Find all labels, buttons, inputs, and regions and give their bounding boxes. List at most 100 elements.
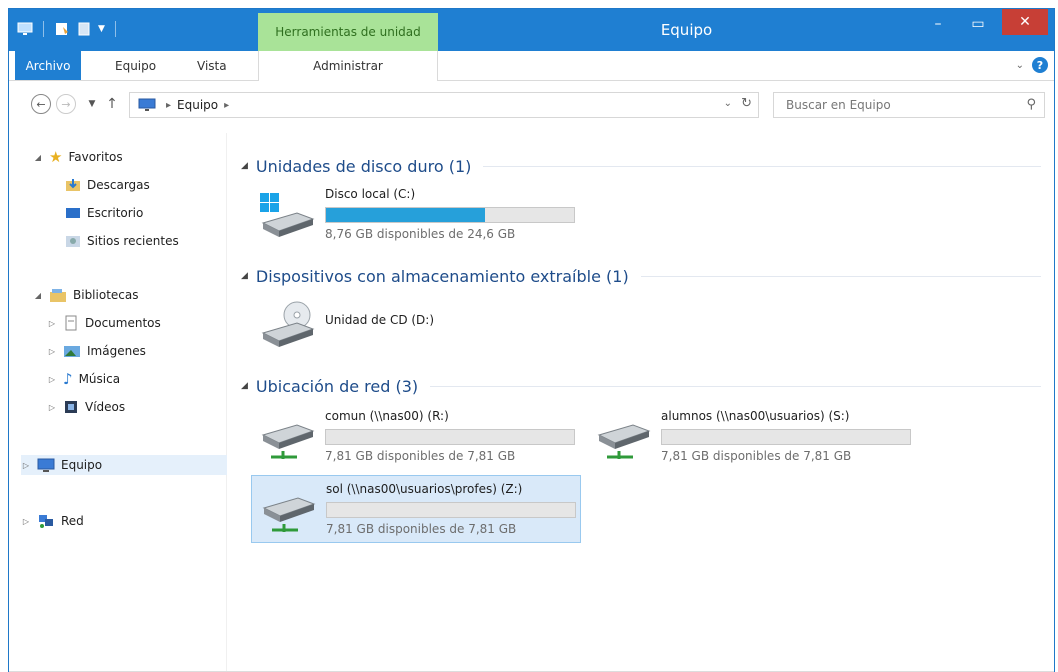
collapsed-arrow-icon[interactable]: ▷	[47, 403, 57, 412]
network-drive-icon	[597, 424, 651, 459]
address-dropdown-chevron-icon[interactable]: ⌄	[724, 98, 732, 109]
nav-item-label: Vídeos	[85, 400, 126, 414]
nav-item-label: Escritorio	[87, 206, 144, 220]
drive-usage-bar	[661, 429, 911, 445]
collapse-group-icon[interactable]: ◢	[241, 271, 248, 281]
expanded-arrow-icon[interactable]: ◢	[33, 291, 43, 300]
nav-item-label: Equipo	[61, 458, 103, 472]
nav-item-label: Música	[78, 372, 121, 386]
address-bar[interactable]: ▸ Equipo ▸ ⌄ ↻	[129, 92, 759, 118]
drive-name: alumnos (\\nas00\usuarios) (S:)	[661, 409, 850, 423]
search-input[interactable]: Buscar en Equipo	[786, 98, 891, 112]
refresh-icon[interactable]: ↻	[741, 96, 752, 111]
documents-icon	[65, 315, 77, 331]
nav-item-red[interactable]: ▷ Red	[21, 511, 84, 531]
nav-item-escritorio[interactable]: Escritorio	[65, 203, 143, 223]
collapsed-arrow-icon[interactable]: ▷	[21, 461, 31, 470]
nav-item-musica[interactable]: ▷ ♪ Música	[47, 369, 120, 389]
desktop-icon	[66, 208, 80, 218]
nav-item-imagenes[interactable]: ▷ Imágenes	[47, 341, 146, 361]
tab-administrar[interactable]: Administrar	[258, 51, 438, 81]
breadcrumb-equipo[interactable]: Equipo	[177, 98, 218, 112]
libraries-icon	[50, 289, 66, 302]
computer-icon	[138, 98, 156, 111]
drive-free-space: 7,81 GB disponibles de 7,81 GB	[325, 449, 516, 463]
group-divider	[483, 165, 1041, 167]
network-drive-icon	[261, 424, 315, 459]
search-icon[interactable]: ⚲	[1026, 97, 1036, 112]
drive-usage-fill	[326, 208, 485, 222]
group-divider	[430, 385, 1041, 387]
cd-drive-icon	[261, 301, 315, 347]
title-bar[interactable]: ▼ Herramientas de unidad Equipo – ▭ ✕	[9, 9, 1054, 51]
group-divider	[640, 275, 1041, 277]
expanded-arrow-icon[interactable]: ◢	[33, 153, 43, 162]
nav-item-favoritos[interactable]: ◢ ★ Favoritos	[33, 147, 123, 167]
nav-item-descargas[interactable]: Descargas	[65, 175, 150, 195]
nav-item-label: Red	[61, 514, 84, 528]
drive-usage-bar	[325, 207, 575, 223]
back-arrow-icon: ←	[36, 97, 46, 111]
tab-equipo[interactable]: Equipo	[115, 51, 156, 80]
maximize-button[interactable]: ▭	[962, 9, 994, 39]
group-header-network[interactable]: ◢ Ubicación de red (3)	[241, 375, 1041, 397]
collapsed-arrow-icon[interactable]: ▷	[47, 347, 57, 356]
breadcrumb-separator-icon[interactable]: ▸	[224, 100, 229, 111]
nav-item-videos[interactable]: ▷ Vídeos	[47, 397, 125, 417]
nav-item-label: Descargas	[87, 178, 150, 192]
up-button[interactable]: ↑	[101, 93, 123, 115]
forward-button[interactable]: →	[56, 94, 76, 114]
drive-name: sol (\\nas00\usuarios\profes) (Z:)	[326, 482, 523, 496]
up-arrow-icon: ↑	[106, 96, 118, 112]
close-button[interactable]: ✕	[1002, 9, 1048, 35]
expand-ribbon-chevron-icon[interactable]: ⌄	[1016, 60, 1024, 71]
recent-places-icon	[66, 236, 80, 247]
search-box[interactable]: Buscar en Equipo ⚲	[773, 92, 1045, 118]
chevron-down-icon: ▼	[88, 99, 96, 109]
network-drive-s[interactable]: alumnos (\\nas00\usuarios) (S:) 7,81 GB …	[587, 403, 917, 471]
drive-free-space: 8,76 GB disponibles de 24,6 GB	[325, 227, 516, 241]
drive-usage-bar	[325, 429, 575, 445]
music-note-icon: ♪	[63, 370, 73, 388]
drive-d[interactable]: Unidad de CD (D:)	[251, 291, 581, 359]
group-header-hard-drives[interactable]: ◢ Unidades de disco duro (1)	[241, 155, 1041, 177]
network-drive-r[interactable]: comun (\\nas00) (R:) 7,81 GB disponibles…	[251, 403, 581, 471]
collapsed-arrow-icon[interactable]: ▷	[21, 517, 31, 526]
videos-icon	[65, 401, 77, 413]
collapse-group-icon[interactable]: ◢	[241, 381, 248, 391]
nav-item-bibliotecas[interactable]: ◢ Bibliotecas	[33, 285, 138, 305]
content-pane: ◢ Unidades de disco duro (1) Disco local…	[235, 133, 1047, 672]
network-icon	[39, 515, 53, 528]
drive-c[interactable]: Disco local (C:) 8,76 GB disponibles de …	[251, 181, 581, 249]
back-button[interactable]: ←	[31, 94, 51, 114]
tab-archivo[interactable]: Archivo	[15, 51, 81, 80]
network-drive-icon	[262, 497, 316, 532]
recent-locations-button[interactable]: ▼	[81, 93, 103, 115]
group-header-removable[interactable]: ◢ Dispositivos con almacenamiento extraí…	[241, 265, 1041, 287]
collapsed-arrow-icon[interactable]: ▷	[47, 319, 57, 328]
downloads-folder-icon	[66, 179, 80, 191]
nav-item-sitios-recientes[interactable]: Sitios recientes	[65, 231, 179, 251]
breadcrumb-separator-icon[interactable]: ▸	[166, 100, 171, 111]
drive-free-space: 7,81 GB disponibles de 7,81 GB	[326, 522, 517, 536]
computer-icon	[37, 458, 55, 472]
address-row: ← → ▼ ↑ ▸ Equipo ▸ ⌄ ↻ Buscar en Equipo …	[9, 89, 1054, 121]
help-icon[interactable]: ?	[1032, 57, 1048, 73]
drive-name: comun (\\nas00) (R:)	[325, 409, 449, 423]
nav-item-label: Sitios recientes	[87, 234, 179, 248]
collapse-group-icon[interactable]: ◢	[241, 161, 248, 171]
explorer-window: ▼ Herramientas de unidad Equipo – ▭ ✕ Ar…	[8, 8, 1055, 672]
minimize-button[interactable]: –	[922, 9, 954, 39]
nav-item-label: Documentos	[85, 316, 161, 330]
collapsed-arrow-icon[interactable]: ▷	[47, 375, 57, 384]
group-title: Unidades de disco duro (1)	[255, 156, 472, 176]
tab-vista[interactable]: Vista	[197, 51, 227, 80]
ribbon-right-controls: ⌄ ?	[1016, 57, 1048, 73]
nav-item-documentos[interactable]: ▷ Documentos	[47, 313, 161, 333]
drive-name: Unidad de CD (D:)	[325, 313, 435, 327]
network-drive-z[interactable]: sol (\\nas00\usuarios\profes) (Z:) 7,81 …	[251, 475, 581, 543]
nav-item-equipo[interactable]: ▷ Equipo	[21, 455, 227, 475]
group-title: Ubicación de red (3)	[255, 376, 419, 396]
forward-arrow-icon: →	[61, 97, 71, 111]
group-title: Dispositivos con almacenamiento extraíbl…	[255, 266, 629, 286]
